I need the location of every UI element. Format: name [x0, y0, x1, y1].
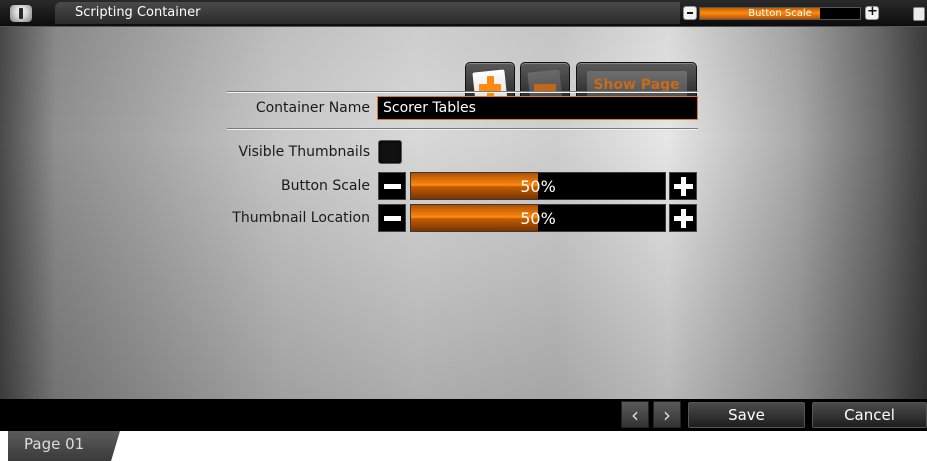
thumbnail-location-value: 50% [520, 209, 556, 228]
container-name-input[interactable] [377, 96, 698, 120]
visible-thumbnails-label: Visible Thumbnails [238, 144, 370, 160]
button-scale-slider[interactable]: 50% [410, 172, 666, 200]
settings-panel: Show Page Container Name Visible Thumbna… [0, 27, 927, 399]
tab-page-01[interactable]: Page 01 [8, 431, 120, 461]
thumbnail-location-plus-button[interactable] [669, 204, 697, 232]
button-scale-plus-button[interactable] [669, 172, 697, 200]
save-button[interactable]: Save [688, 402, 805, 428]
previous-page-button[interactable]: ‹ [621, 401, 649, 428]
thumbnail-location-minus-button[interactable] [378, 204, 406, 232]
chevron-right-icon: › [663, 403, 671, 427]
bottom-bar: ‹ › Save Cancel [0, 399, 927, 431]
tab-label: Page 01 [24, 435, 85, 453]
next-page-button[interactable]: › [653, 401, 681, 428]
divider [227, 128, 698, 129]
header-scale-minus-button[interactable] [683, 6, 697, 20]
title-bar: Scripting Container Button Scale [0, 0, 927, 27]
button-scale-minus-button[interactable] [378, 172, 406, 200]
title-tab: Scripting Container [55, 2, 680, 24]
container-name-label: Container Name [255, 100, 370, 116]
header-scale-slider[interactable]: Button Scale [699, 7, 861, 20]
divider [227, 91, 698, 92]
header-scale-plus-button[interactable] [865, 4, 879, 20]
header-button-scale: Button Scale [683, 4, 883, 22]
header-scale-label: Button Scale [748, 8, 812, 19]
window-title: Scripting Container [75, 5, 201, 20]
visible-thumbnails-checkbox[interactable] [378, 140, 402, 164]
thumbnail-location-label: Thumbnail Location [232, 210, 370, 226]
app-icon[interactable] [10, 5, 32, 22]
window-restore-icon[interactable] [913, 7, 925, 21]
chevron-left-icon: ‹ [631, 403, 639, 427]
button-scale-label: Button Scale [280, 178, 370, 194]
button-scale-value: 50% [520, 177, 556, 196]
thumbnail-location-slider[interactable]: 50% [410, 204, 666, 232]
cancel-button[interactable]: Cancel [812, 402, 927, 428]
